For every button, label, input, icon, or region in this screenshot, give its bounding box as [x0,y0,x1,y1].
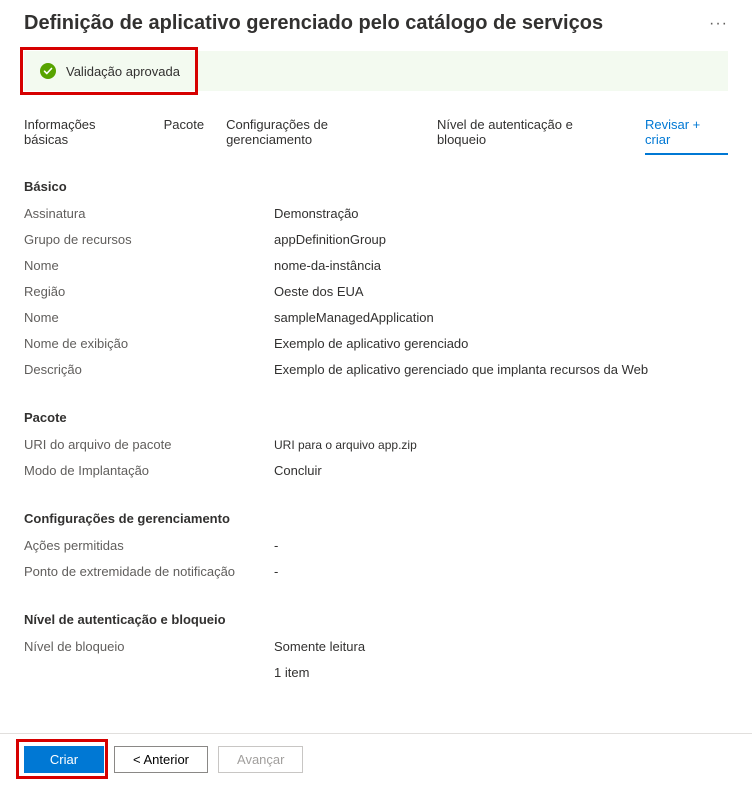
row-display: Nome de exibição Exemplo de aplicativo g… [24,336,728,356]
next-button: Avançar [218,746,303,773]
tab-management[interactable]: Configurações de gerenciamento [226,111,415,155]
wizard-tabs: Informações básicas Pacote Configurações… [0,111,752,155]
row-lock: Nível de bloqueio Somente leitura [24,639,728,659]
label-desc: Descrição [24,362,274,377]
row-name2: Nome sampleManagedApplication [24,310,728,330]
label-actions: Ações permitidas [24,538,274,553]
label-lock: Nível de bloqueio [24,639,274,654]
value-name1: nome-da-instância [274,258,381,273]
page-header: Definição de aplicativo gerenciado pelo … [0,0,752,43]
tab-auth[interactable]: Nível de autenticação e bloqueio [437,111,623,155]
section-basic: Básico Assinatura Demonstração Grupo de … [24,179,728,382]
label-endpoint: Ponto de extremidade de notificação [24,564,274,579]
row-region: Região Oeste dos EUA [24,284,728,304]
row-uri: URI do arquivo de pacote URI para o arqu… [24,437,728,457]
value-display: Exemplo de aplicativo gerenciado [274,336,468,351]
value-name2: sampleManagedApplication [274,310,434,325]
label-mode: Modo de Implantação [24,463,274,478]
section-management: Configurações de gerenciamento Ações per… [24,511,728,584]
row-actions: Ações permitidas - [24,538,728,558]
value-uri: URI para o arquivo app.zip [274,438,417,452]
label-uri: URI do arquivo de pacote [24,437,274,452]
label-subscription: Assinatura [24,206,274,221]
value-rg: appDefinitionGroup [274,232,386,247]
tab-basic[interactable]: Informações básicas [24,111,142,155]
page-title: Definição de aplicativo gerenciado pelo … [24,12,603,35]
label-name1: Nome [24,258,274,273]
row-items: 1 item [24,665,728,685]
review-content: Básico Assinatura Demonstração Grupo de … [0,179,752,733]
row-desc: Descrição Exemplo de aplicativo gerencia… [24,362,728,382]
value-subscription: Demonstração [274,206,359,221]
check-circle-icon [40,63,56,79]
section-title-package: Pacote [24,410,728,425]
value-region: Oeste dos EUA [274,284,364,299]
value-items: 1 item [274,665,309,680]
section-title-auth: Nível de autenticação e bloqueio [24,612,728,627]
label-display: Nome de exibição [24,336,274,351]
value-endpoint: - [274,564,278,579]
label-name2: Nome [24,310,274,325]
section-package: Pacote URI do arquivo de pacote URI para… [24,410,728,483]
section-auth: Nível de autenticação e bloqueio Nível d… [24,612,728,685]
tab-package[interactable]: Pacote [164,111,204,155]
wizard-footer: Criar < Anterior Avançar [0,733,752,785]
value-desc: Exemplo de aplicativo gerenciado que imp… [274,362,648,377]
section-title-management: Configurações de gerenciamento [24,511,728,526]
label-rg: Grupo de recursos [24,232,274,247]
row-name1: Nome nome-da-instância [24,258,728,278]
row-endpoint: Ponto de extremidade de notificação - [24,564,728,584]
validation-banner: Validação aprovada [24,51,728,91]
row-subscription: Assinatura Demonstração [24,206,728,226]
value-lock: Somente leitura [274,639,365,654]
value-actions: - [274,538,278,553]
row-mode: Modo de Implantação Concluir [24,463,728,483]
label-region: Região [24,284,274,299]
tab-review[interactable]: Revisar + criar [645,111,728,155]
create-button[interactable]: Criar [24,746,104,773]
validation-text: Validação aprovada [66,64,180,79]
row-rg: Grupo de recursos appDefinitionGroup [24,232,728,252]
section-title-basic: Básico [24,179,728,194]
value-mode: Concluir [274,463,322,478]
more-icon[interactable]: ··· [709,15,728,33]
previous-button[interactable]: < Anterior [114,746,208,773]
